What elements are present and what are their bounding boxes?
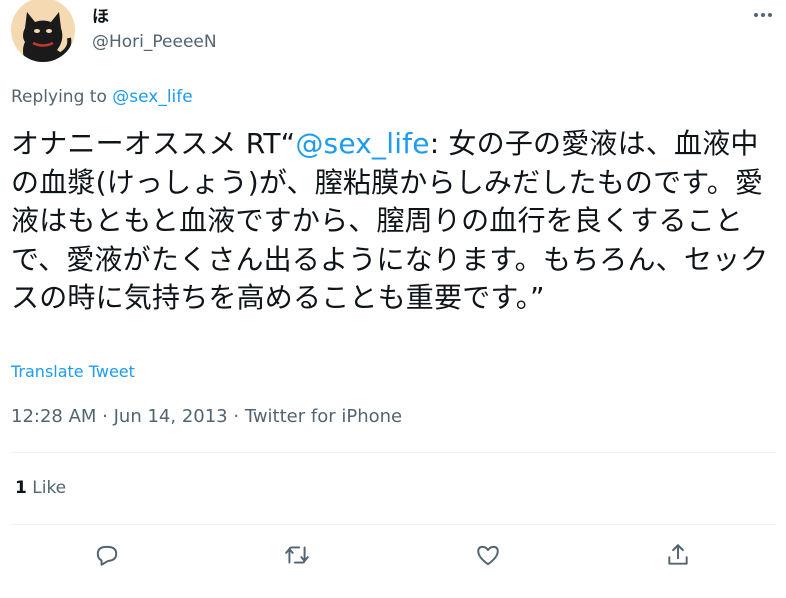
replying-prefix: Replying to <box>11 87 113 107</box>
like-icon <box>477 545 499 566</box>
tweet-mention-link[interactable]: @sex_life <box>295 127 429 160</box>
like-button[interactable] <box>468 535 508 575</box>
black-cat-avatar-icon <box>23 12 72 62</box>
translate-tweet-link[interactable]: Translate Tweet <box>11 362 135 381</box>
more-options-button[interactable] <box>748 0 778 30</box>
replying-mention-link[interactable]: @sex_life <box>112 87 192 107</box>
reply-icon <box>96 545 118 566</box>
user-handle[interactable]: @Hori_PeeeeN <box>92 32 217 52</box>
tweet-text-before: オナニーオススメ RT“ <box>11 127 296 160</box>
share-button[interactable] <box>658 535 698 575</box>
tweet-source-link[interactable]: Twitter for iPhone <box>245 406 402 427</box>
tweet-date-link[interactable]: Jun 14, 2013 <box>114 406 228 427</box>
divider <box>11 524 776 525</box>
more-options-dot <box>768 13 772 17</box>
retweet-button[interactable] <box>277 535 317 575</box>
replying-to: Replying to @sex_life <box>11 87 193 107</box>
tweet-meta: 12:28 AM · Jun 14, 2013 · Twitter for iP… <box>11 406 402 427</box>
likes-count: 1 <box>15 478 27 498</box>
avatar[interactable] <box>11 0 75 62</box>
divider <box>11 452 776 453</box>
more-options-dot <box>761 13 765 17</box>
tweet-actions <box>0 535 786 579</box>
likes-count-link[interactable]: 1 Like <box>15 478 66 498</box>
more-options-icon <box>754 13 758 17</box>
reply-button[interactable] <box>87 535 127 575</box>
meta-separator: · <box>96 406 114 427</box>
share-icon <box>668 544 688 565</box>
likes-label: Like <box>26 478 67 498</box>
display-name[interactable]: ほ <box>92 2 109 27</box>
retweet-icon <box>285 546 309 564</box>
tweet-time-link[interactable]: 12:28 AM <box>11 406 96 427</box>
meta-separator: · <box>227 406 245 427</box>
tweet-text: オナニーオススメ RT“@sex_life: 女の子の愛液は、血液中の血漿(けっ… <box>11 125 776 318</box>
